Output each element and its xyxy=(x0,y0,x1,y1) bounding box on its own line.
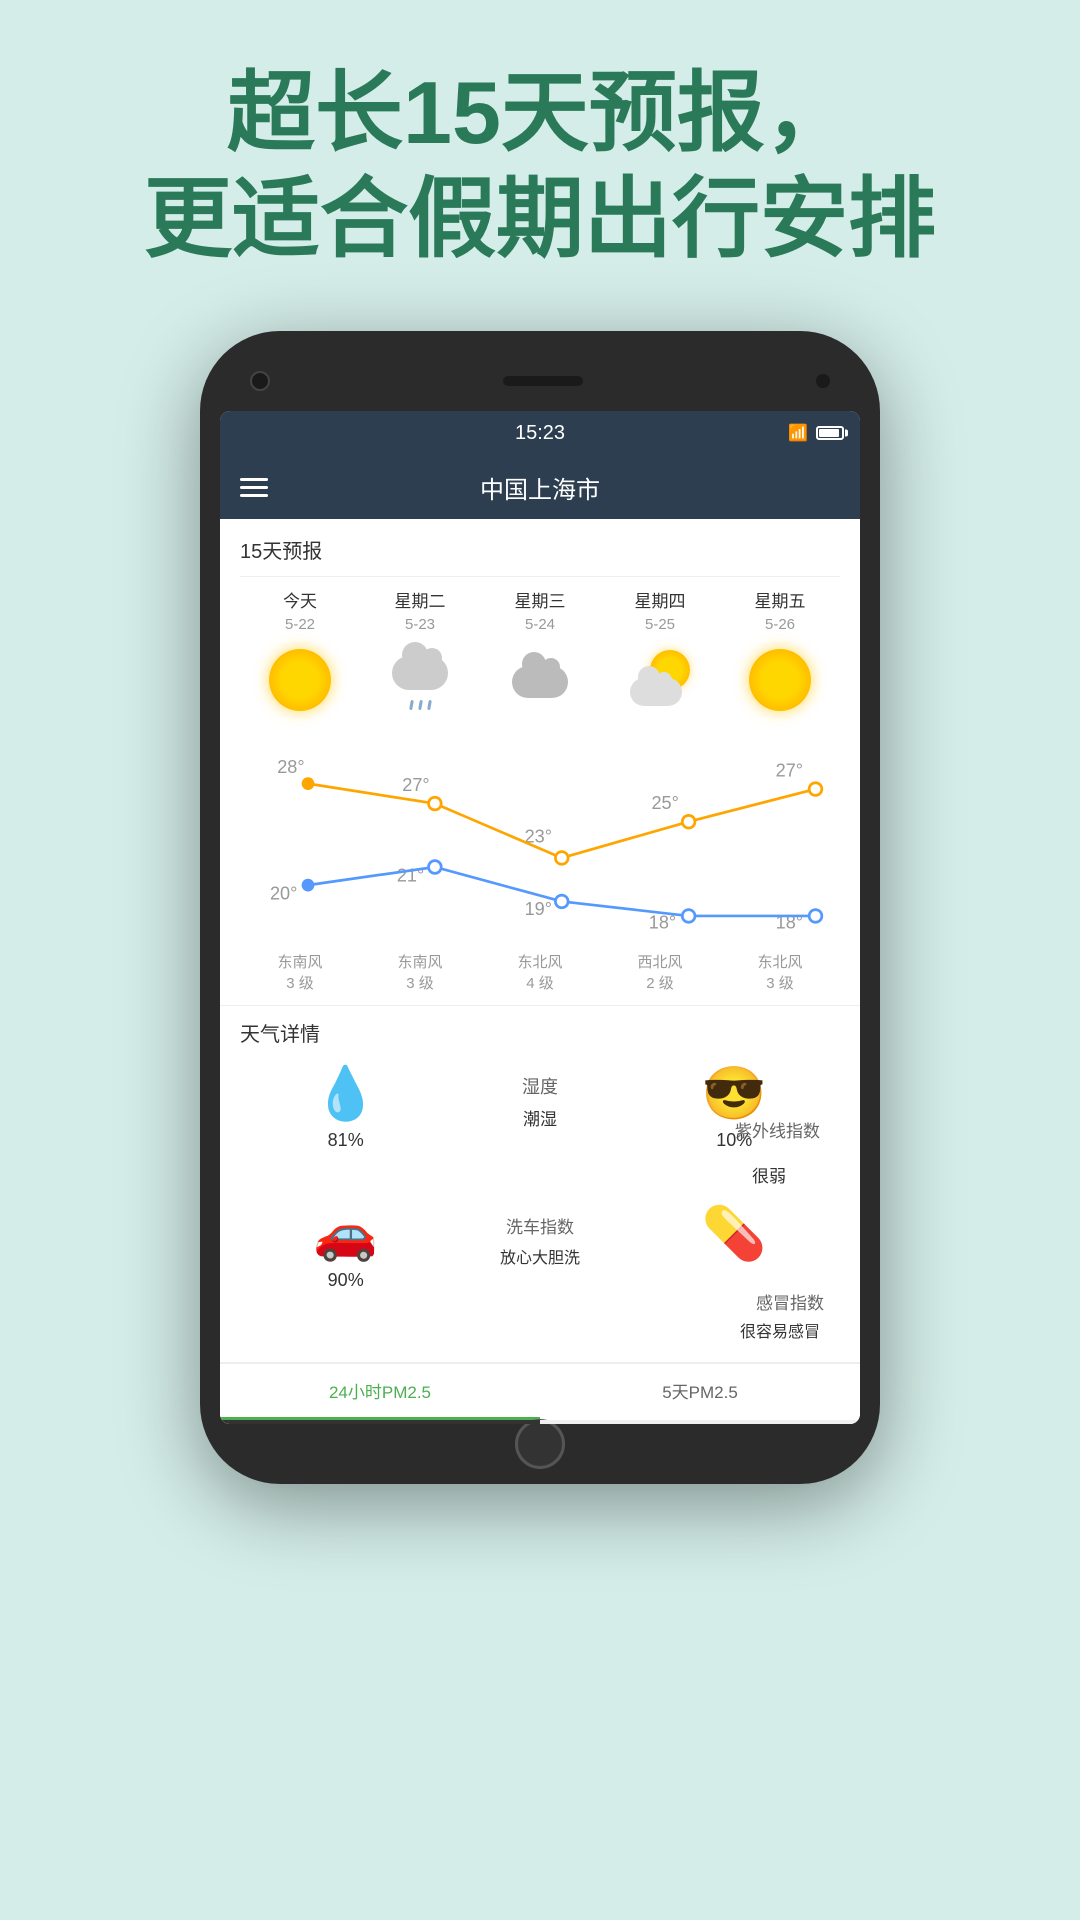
day-name-4: 星期四 xyxy=(635,587,686,612)
wind-lvl-4: 2 级 xyxy=(600,972,720,993)
menu-icon[interactable] xyxy=(240,478,268,497)
carwash-icon: 🚗 xyxy=(313,1203,378,1264)
forecast-day-5: 星期五 5-26 xyxy=(720,587,840,723)
wind-dir-2: 东南风 xyxy=(360,951,480,972)
phone-top-bar xyxy=(220,351,860,411)
phone-bottom xyxy=(220,1424,860,1464)
svg-text:20°: 20° xyxy=(270,884,297,904)
status-bar: 15:23 📶 xyxy=(220,411,860,455)
humidity-label: 湿度 xyxy=(522,1073,558,1099)
day-name-1: 今天 xyxy=(283,587,317,612)
forecast-day-2: 星期二 5-23 xyxy=(360,587,480,723)
carwash-label: 洗车指数 xyxy=(506,1213,574,1238)
partly-cloudy-icon xyxy=(628,648,692,712)
uv-icon: 😎 xyxy=(702,1063,767,1124)
carwash-desc: 放心大胆洗 xyxy=(500,1244,580,1268)
details-title: 天气详情 xyxy=(240,1018,840,1047)
wind-item-1: 东南风 3 级 xyxy=(240,951,360,993)
bottom-indicator xyxy=(220,1420,860,1424)
wind-dir-5: 东北风 xyxy=(720,951,840,972)
svg-text:28°: 28° xyxy=(277,757,304,777)
forecast-day-1: 今天 5-22 xyxy=(240,587,360,723)
svg-text:19°: 19° xyxy=(525,899,552,919)
battery-icon xyxy=(816,426,844,440)
wind-dir-3: 东北风 xyxy=(480,951,600,972)
uv-desc: 很弱 xyxy=(752,1162,786,1187)
weather-icon-1 xyxy=(265,645,335,715)
sun-icon-5 xyxy=(749,649,811,711)
front-camera xyxy=(250,371,270,391)
forecast-section: 15天预报 今天 5-22 xyxy=(220,519,860,943)
day-name-2: 星期二 xyxy=(395,587,446,612)
svg-text:25°: 25° xyxy=(651,793,678,813)
weather-icon-5 xyxy=(745,645,815,715)
status-icons: 📶 xyxy=(788,423,844,443)
svg-text:18°: 18° xyxy=(649,913,676,933)
tab-5day-pm25[interactable]: 5天PM2.5 xyxy=(540,1364,860,1420)
wind-dir-4: 西北风 xyxy=(600,951,720,972)
day-date-4: 5-25 xyxy=(645,616,675,633)
forecast-grid: 今天 5-22 星期二 5-23 xyxy=(240,587,840,723)
phone-screen: 15:23 📶 中国上海市 xyxy=(220,411,860,1424)
svg-text:27°: 27° xyxy=(776,761,803,781)
forecast-day-3: 星期三 5-24 xyxy=(480,587,600,723)
app-bar: 中国上海市 xyxy=(220,455,860,519)
indicator-active-line xyxy=(220,1420,540,1424)
illness-icon: 💊 xyxy=(702,1203,767,1264)
weather-content: 15天预报 今天 5-22 xyxy=(220,519,860,1424)
bottom-tabs: 24小时PM2.5 5天PM2.5 xyxy=(220,1363,860,1420)
forecast-title: 15天预报 xyxy=(240,535,840,576)
uv-label: 紫外线指数 xyxy=(735,1117,820,1142)
carwash-percent: 90% xyxy=(328,1270,364,1291)
status-time: 15:23 xyxy=(515,422,565,445)
phone-mockup: 15:23 📶 中国上海市 xyxy=(0,331,1080,1484)
day-name-5: 星期五 xyxy=(755,587,806,612)
cloud-icon xyxy=(508,648,572,712)
wind-item-4: 西北风 2 级 xyxy=(600,951,720,993)
day-date-3: 5-24 xyxy=(525,616,555,633)
wifi-icon: 📶 xyxy=(788,423,808,443)
temp-chart: 28° 27° 23° 25° 27° xyxy=(240,723,840,943)
page-header: 超长15天预报， 更适合假期出行安排 xyxy=(0,0,1080,311)
cloud-rain-icon xyxy=(388,648,452,712)
wind-item-3: 东北风 4 级 xyxy=(480,951,600,993)
app-title: 中国上海市 xyxy=(480,470,600,505)
day-date-5: 5-26 xyxy=(765,616,795,633)
day-date-1: 5-22 xyxy=(285,616,315,633)
humidity-desc: 潮湿 xyxy=(523,1105,557,1130)
humidity-icon: 💧 xyxy=(313,1063,378,1124)
details-section: 天气详情 💧 81% 湿度 潮湿 xyxy=(220,1006,860,1363)
weather-icon-3 xyxy=(505,645,575,715)
weather-icon-4 xyxy=(625,645,695,715)
day-name-3: 星期三 xyxy=(515,587,566,612)
day-date-2: 5-23 xyxy=(405,616,435,633)
sun-icon-1 xyxy=(269,649,331,711)
home-button[interactable] xyxy=(515,1419,565,1469)
illness-desc: 很容易感冒 xyxy=(740,1318,820,1342)
speaker xyxy=(503,376,583,386)
header-text: 超长15天预报， 更适合假期出行安排 xyxy=(40,60,1040,271)
wind-lvl-3: 4 级 xyxy=(480,972,600,993)
humidity-value: 81% xyxy=(328,1130,364,1151)
wind-grid: 东南风 3 级 东南风 3 级 东北风 4 级 西北风 2 级 xyxy=(220,943,860,1006)
temp-chart-svg: 28° 27° 23° 25° 27° xyxy=(250,733,830,943)
sensor xyxy=(816,374,830,388)
wind-lvl-1: 3 级 xyxy=(240,972,360,993)
illness-label: 感冒指数 xyxy=(756,1289,824,1314)
wind-lvl-2: 3 级 xyxy=(360,972,480,993)
forecast-day-4: 星期四 5-25 xyxy=(600,587,720,723)
wind-item-2: 东南风 3 级 xyxy=(360,951,480,993)
tab-24h-pm25[interactable]: 24小时PM2.5 xyxy=(220,1364,540,1420)
svg-text:27°: 27° xyxy=(402,775,429,795)
weather-icon-2 xyxy=(385,645,455,715)
wind-lvl-5: 3 级 xyxy=(720,972,840,993)
phone-body: 15:23 📶 中国上海市 xyxy=(200,331,880,1484)
wind-dir-1: 东南风 xyxy=(240,951,360,972)
wind-item-5: 东北风 3 级 xyxy=(720,951,840,993)
